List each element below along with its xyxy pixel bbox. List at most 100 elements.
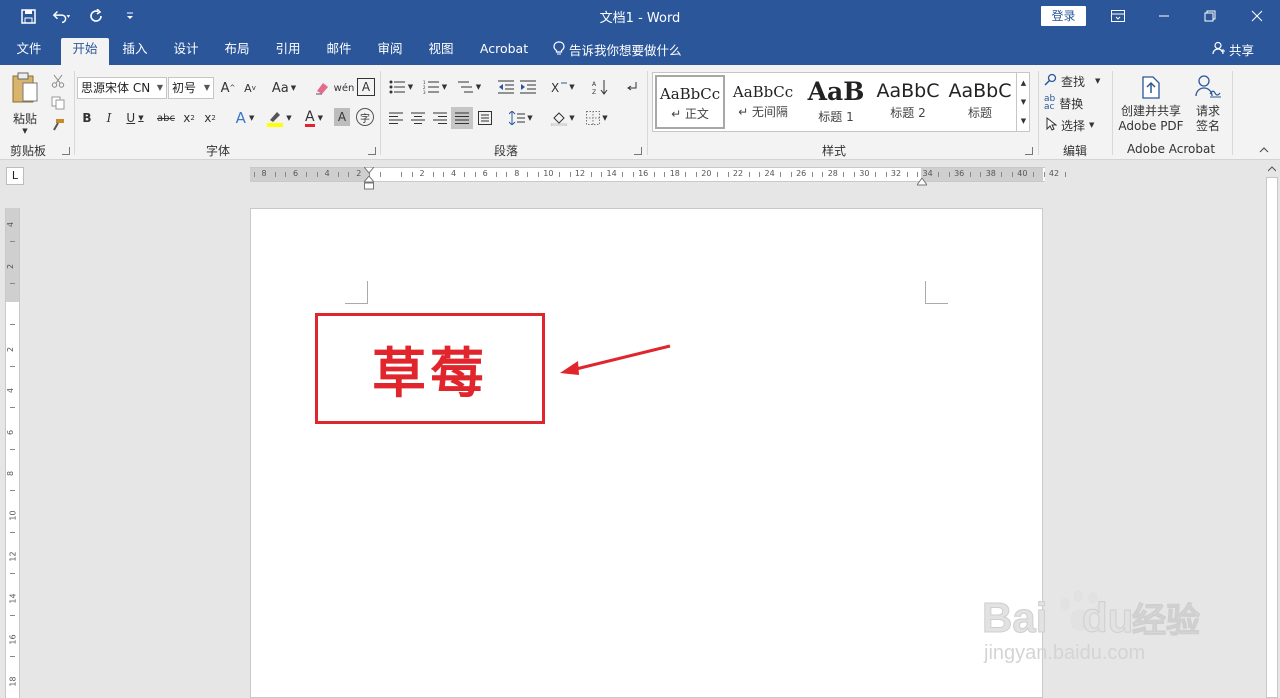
find-button[interactable]: 查找 ▼ — [1044, 71, 1100, 91]
subscript-icon[interactable]: x2 — [180, 108, 198, 128]
ruler-tick-mark — [474, 172, 476, 177]
cut-icon[interactable] — [48, 71, 68, 91]
right-indent-marker[interactable] — [916, 175, 928, 186]
character-border-icon[interactable]: A — [357, 78, 375, 96]
sort-icon[interactable]: AZ — [590, 77, 610, 97]
tab-view[interactable]: 视图 — [420, 38, 462, 65]
font-name-combo[interactable]: 思源宋体 CN ▼ — [77, 77, 167, 99]
ruler-tick-mark — [664, 172, 666, 177]
style-no-spacing[interactable]: AaBbCc ↵ 无间隔 — [728, 75, 798, 129]
tab-home[interactable]: 开始 — [61, 38, 109, 65]
close-icon[interactable] — [1245, 5, 1269, 27]
ruler-tick-mark — [590, 172, 592, 177]
gallery-down-icon[interactable]: ▼ — [1017, 94, 1030, 110]
align-left-icon[interactable] — [386, 108, 406, 128]
minimize-icon[interactable] — [1152, 5, 1176, 27]
style-heading-1[interactable]: AaB 标题 1 — [801, 75, 871, 129]
multilevel-list-icon[interactable]: ▼ — [454, 77, 484, 97]
shrink-font-icon[interactable]: Av — [240, 78, 260, 98]
style-name: ↵ 无间隔 — [738, 105, 788, 119]
character-shading-icon[interactable]: A — [334, 108, 350, 126]
clipboard-dialog-launcher[interactable] — [62, 147, 70, 155]
horizontal-ruler[interactable]: 8 6 4 2 2 4 6 8 10 12 14 16 18 20 22 24 26 28 30 32 34 36 38 40… — [250, 164, 1066, 190]
bold-icon[interactable]: B — [78, 108, 96, 128]
copy-icon[interactable] — [48, 93, 68, 113]
chinese-layout-icon[interactable]: X ▼ — [548, 77, 578, 97]
strikethrough-icon[interactable]: abc — [154, 108, 178, 128]
left-indent-marker[interactable] — [362, 175, 376, 190]
ruler-tick-mark — [653, 172, 655, 177]
first-line-indent-marker[interactable] — [362, 164, 376, 174]
format-painter-icon[interactable] — [48, 115, 68, 135]
numbering-icon[interactable]: 1 2 3 ▼ — [420, 77, 450, 97]
tab-acrobat[interactable]: Acrobat — [474, 38, 534, 65]
restore-icon[interactable] — [1198, 5, 1222, 27]
paste-button[interactable]: 粘贴 ▼ — [8, 71, 42, 135]
paragraph-dialog-launcher[interactable] — [634, 147, 642, 155]
tab-mailings[interactable]: 邮件 — [318, 38, 360, 65]
italic-icon[interactable]: I — [100, 108, 118, 128]
justify-icon[interactable] — [451, 107, 473, 129]
grow-font-icon[interactable]: A ^ — [218, 78, 238, 98]
document-text[interactable]: 草莓 — [372, 329, 488, 408]
select-button[interactable]: 选择 ▼ — [1046, 115, 1094, 135]
gallery-up-icon[interactable]: ▲ — [1017, 75, 1030, 91]
enclose-characters-icon[interactable]: 字 — [356, 108, 374, 126]
style-normal[interactable]: AaBbCc ↵ 正文 — [655, 75, 725, 129]
increase-indent-icon[interactable] — [518, 77, 538, 97]
request-signature-button[interactable]: 请求 签名 — [1188, 71, 1228, 137]
style-title[interactable]: AaBbC 标题 — [945, 75, 1015, 129]
show-marks-icon[interactable] — [624, 77, 640, 97]
paste-label: 粘贴 — [12, 112, 37, 126]
bullets-icon[interactable]: ▼ — [386, 77, 416, 97]
create-share-pdf-button[interactable]: 创建并共享 Adobe PDF — [1116, 71, 1186, 137]
svg-text:Bai: Bai — [982, 594, 1047, 641]
styles-dialog-launcher[interactable] — [1025, 147, 1033, 155]
replace-button[interactable]: ab ac 替换 — [1044, 93, 1083, 113]
style-name: 标题 1 — [818, 110, 854, 124]
paste-dropdown-icon: ▼ — [22, 127, 28, 135]
change-case-button[interactable]: Aa ▼ — [268, 78, 300, 98]
ruler-tick-label: 8 — [6, 470, 16, 477]
line-spacing-icon[interactable]: ▼ — [506, 108, 536, 128]
clear-formatting-icon[interactable] — [312, 78, 332, 98]
distributed-icon[interactable] — [475, 108, 495, 128]
highlight-color-icon[interactable]: ▼ — [264, 108, 294, 128]
ruler-tick-mark — [10, 573, 15, 574]
vertical-ruler[interactable]: 4 2 2 4 6 8 10 12 14 16 18 — [5, 208, 20, 698]
tab-review[interactable]: 审阅 — [369, 38, 411, 65]
tab-design[interactable]: 设计 — [165, 38, 207, 65]
scrollbar-thumb[interactable] — [1266, 177, 1278, 698]
text-effects-icon[interactable]: A ▼ — [231, 108, 259, 128]
font-dialog-launcher[interactable] — [368, 147, 376, 155]
align-right-icon[interactable] — [430, 108, 450, 128]
ruler-tick-mark — [506, 172, 508, 177]
scroll-up-icon[interactable] — [1266, 163, 1278, 175]
superscript-icon[interactable]: x2 — [201, 108, 219, 128]
document-page[interactable] — [250, 208, 1043, 698]
phonetic-guide-icon[interactable]: wén — [334, 78, 355, 98]
tell-me-search[interactable]: 告诉我你想要做什么 — [553, 40, 682, 59]
style-heading-2[interactable]: AaBbC 标题 2 — [873, 75, 943, 129]
ruler-tick-mark — [253, 172, 255, 177]
tab-references[interactable]: 引用 — [267, 38, 309, 65]
align-center-icon[interactable] — [408, 108, 428, 128]
tab-file[interactable]: 文件 — [8, 38, 50, 65]
login-button[interactable]: 登录 — [1041, 6, 1086, 26]
tab-selector[interactable]: L — [6, 167, 24, 185]
font-size-combo[interactable]: 初号 ▼ — [168, 77, 214, 99]
vertical-scrollbar[interactable] — [1264, 163, 1280, 698]
underline-icon[interactable]: U ▼ — [122, 108, 148, 128]
style-name: ↵ 正文 — [671, 107, 709, 121]
share-button[interactable]: 共享 — [1212, 40, 1254, 59]
borders-icon[interactable]: ▼ — [582, 108, 612, 128]
shading-icon[interactable]: ▼ — [548, 108, 578, 128]
collapse-ribbon-icon[interactable] — [1256, 143, 1272, 157]
ribbon-display-options-icon[interactable] — [1106, 5, 1130, 27]
decrease-indent-icon[interactable] — [496, 77, 516, 97]
tab-layout[interactable]: 布局 — [216, 38, 258, 65]
gallery-more-icon[interactable]: ▼ — [1017, 113, 1030, 129]
font-color-icon[interactable]: A ▼ — [299, 108, 329, 128]
tab-insert[interactable]: 插入 — [114, 38, 156, 65]
ruler-tick-mark — [685, 172, 687, 177]
